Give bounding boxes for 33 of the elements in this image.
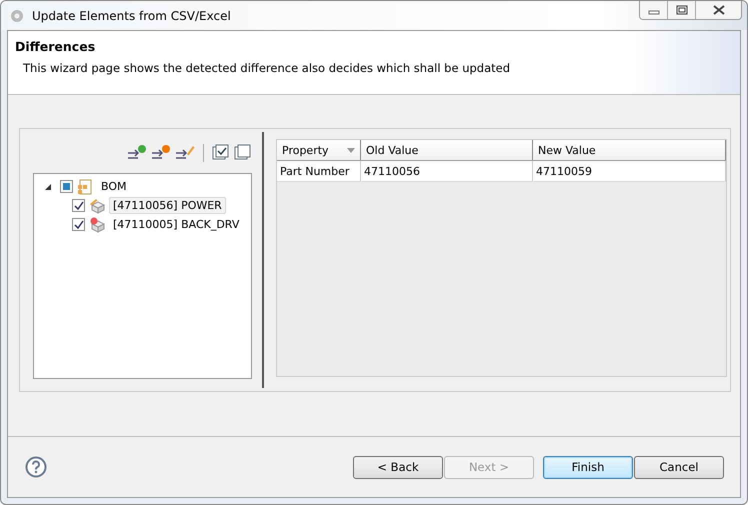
gear-icon <box>9 8 25 24</box>
add-arrows-icon[interactable] <box>127 144 148 162</box>
tree-checkbox[interactable] <box>72 218 85 231</box>
wizard-button[interactable]: Cancel <box>634 456 724 478</box>
page-description: This wizard page shows the detected difference also decides which shall be updated <box>23 61 512 75</box>
tree-item[interactable]: BOM <box>97 178 131 195</box>
cube-minus-icon <box>89 216 105 232</box>
table-cell: Part Number <box>277 161 361 181</box>
edit-arrows-icon[interactable] <box>175 144 196 162</box>
uncheck-all-icon[interactable] <box>234 144 252 162</box>
restore-icon <box>676 5 688 15</box>
document-icon <box>77 178 93 194</box>
wizard-button[interactable]: < Back <box>353 456 443 478</box>
table-cell: 47110056 <box>361 161 533 181</box>
minimize-button[interactable] <box>640 1 668 19</box>
tree-checkbox[interactable] <box>60 180 73 193</box>
check-all-icon[interactable] <box>212 144 230 162</box>
page-title: Differences <box>15 39 96 54</box>
column-header[interactable]: Old Value <box>361 140 533 160</box>
window-title: Update Elements from CSV/Excel <box>32 8 231 22</box>
wizard-button[interactable]: Finish <box>543 456 633 478</box>
tree-item[interactable]: [47110005] BACK_DRV <box>109 216 244 233</box>
column-header[interactable]: Property <box>277 140 361 160</box>
tree-item[interactable]: [47110056] POWER <box>109 197 226 214</box>
column-header[interactable]: New Value <box>533 140 726 160</box>
tree-checkbox[interactable] <box>72 199 85 212</box>
remove-arrows-icon[interactable] <box>151 144 172 162</box>
close-button[interactable] <box>696 1 741 19</box>
cube-pencil-icon <box>89 198 105 214</box>
close-icon <box>712 5 724 15</box>
table-cell: 47110059 <box>533 161 726 181</box>
help-icon[interactable] <box>25 456 47 478</box>
maximize-button[interactable] <box>668 1 696 19</box>
